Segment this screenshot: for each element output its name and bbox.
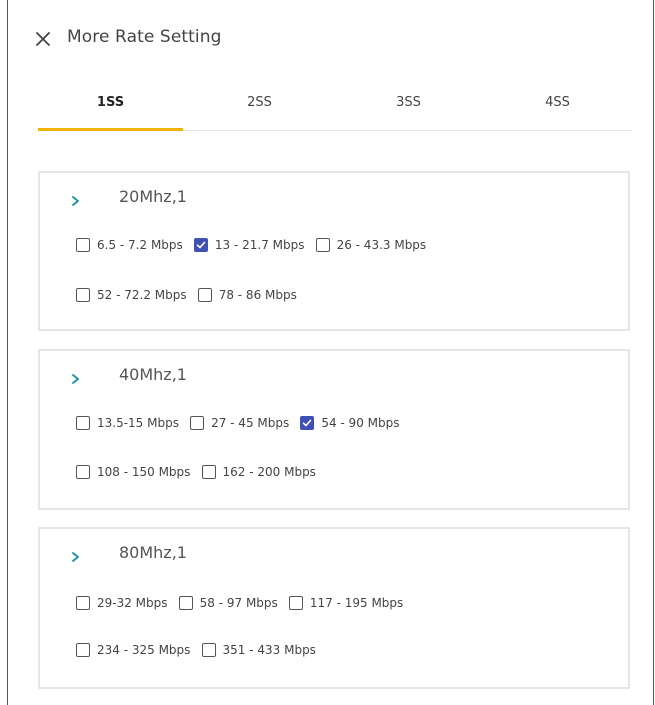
rate-label: 26 - 43.3 Mbps: [336, 238, 427, 252]
rate-option[interactable]: 351 - 433 Mbps: [201, 643, 316, 657]
rate-label: 351 - 433 Mbps: [222, 643, 316, 657]
close-icon[interactable]: [35, 31, 51, 47]
rate-label: 234 - 325 Mbps: [97, 643, 191, 657]
checkbox[interactable]: [193, 238, 208, 252]
checkbox[interactable]: [300, 416, 315, 430]
rate-group-20mhz: 20Mhz,1 6.5 - 7.2 Mbps 13 - 21.7 Mbps 26…: [38, 171, 630, 331]
rate-label: 27 - 45 Mbps: [211, 416, 290, 430]
rate-label: 6.5 - 7.2 Mbps: [97, 238, 183, 252]
chevron-right-icon[interactable]: [70, 550, 82, 564]
rate-option[interactable]: 54 - 90 Mbps: [300, 416, 399, 430]
chevron-right-icon[interactable]: [70, 372, 82, 386]
tab-2ss[interactable]: 2SS: [187, 90, 332, 130]
rate-label: 117 - 195 Mbps: [309, 596, 404, 610]
rate-option[interactable]: 6.5 - 7.2 Mbps: [76, 238, 183, 252]
rate-option[interactable]: 108 - 150 Mbps: [76, 465, 190, 479]
checkbox[interactable]: [76, 465, 90, 479]
tab-label: 4SS: [545, 95, 570, 110]
chevron-right-icon[interactable]: [70, 194, 82, 208]
dialog-title: More Rate Setting: [67, 27, 222, 47]
tab-label: 2SS: [247, 95, 272, 110]
checkbox[interactable]: [201, 643, 216, 657]
group-title: 80Mhz,1: [119, 543, 187, 562]
checkbox[interactable]: [76, 596, 90, 610]
checkbox[interactable]: [76, 238, 90, 252]
option-row: 6.5 - 7.2 Mbps 13 - 21.7 Mbps 26 - 43.3 …: [76, 237, 432, 257]
rate-label: 58 - 97 Mbps: [199, 596, 278, 610]
rate-option[interactable]: 26 - 43.3 Mbps: [315, 238, 427, 252]
checkbox[interactable]: [76, 416, 90, 430]
checkbox[interactable]: [76, 643, 90, 657]
option-row: 52 - 72.2 Mbps 78 - 86 Mbps: [76, 287, 303, 307]
rate-option[interactable]: 78 - 86 Mbps: [197, 288, 297, 302]
option-row: 29-32 Mbps 58 - 97 Mbps 117 - 195 Mbps: [76, 595, 409, 615]
checkbox[interactable]: [288, 596, 303, 610]
checkbox[interactable]: [315, 238, 330, 252]
checkbox[interactable]: [178, 596, 193, 610]
rate-option[interactable]: 13 - 21.7 Mbps: [193, 238, 305, 252]
rate-label: 54 - 90 Mbps: [321, 416, 400, 430]
rate-label: 13 - 21.7 Mbps: [214, 238, 305, 252]
rate-label: 78 - 86 Mbps: [218, 288, 297, 302]
rate-option[interactable]: 234 - 325 Mbps: [76, 643, 190, 657]
rate-option[interactable]: 52 - 72.2 Mbps: [76, 288, 187, 302]
rate-group-80mhz: 80Mhz,1 29-32 Mbps 58 - 97 Mbps 117 - 19…: [38, 527, 630, 689]
tab-4ss[interactable]: 4SS: [485, 90, 630, 130]
tab-label: 3SS: [396, 95, 421, 110]
checkbox[interactable]: [76, 288, 90, 302]
rate-label: 162 - 200 Mbps: [222, 465, 316, 479]
active-tab-indicator: [38, 128, 183, 131]
checkmark-icon: [303, 419, 312, 427]
rate-option[interactable]: 29-32 Mbps: [76, 596, 168, 610]
rate-label: 52 - 72.2 Mbps: [97, 288, 187, 302]
rate-label: 13.5-15 Mbps: [97, 416, 179, 430]
rate-group-40mhz: 40Mhz,1 13.5-15 Mbps 27 - 45 Mbps 54 - 9…: [38, 349, 630, 510]
rate-option[interactable]: 27 - 45 Mbps: [190, 416, 289, 430]
rate-option[interactable]: 58 - 97 Mbps: [178, 596, 278, 610]
option-row: 108 - 150 Mbps 162 - 200 Mbps: [76, 464, 322, 484]
tab-bar: 1SS 2SS 3SS 4SS: [38, 90, 632, 131]
checkbox[interactable]: [201, 465, 216, 479]
rate-option[interactable]: 13.5-15 Mbps: [76, 416, 179, 430]
tab-3ss[interactable]: 3SS: [336, 90, 481, 130]
rate-label: 29-32 Mbps: [97, 596, 168, 610]
checkmark-icon: [196, 241, 206, 249]
tab-label: 1SS: [96, 95, 125, 110]
option-row: 234 - 325 Mbps 351 - 433 Mbps: [76, 642, 322, 662]
rate-option[interactable]: 162 - 200 Mbps: [201, 465, 316, 479]
rate-label: 108 - 150 Mbps: [97, 465, 191, 479]
tab-1ss[interactable]: 1SS: [38, 90, 183, 131]
group-title: 20Mhz,1: [119, 187, 187, 206]
group-title: 40Mhz,1: [119, 365, 187, 384]
option-row: 13.5-15 Mbps 27 - 45 Mbps 54 - 90 Mbps: [76, 415, 405, 435]
rate-option[interactable]: 117 - 195 Mbps: [288, 596, 404, 610]
checkbox[interactable]: [190, 416, 205, 430]
checkbox[interactable]: [197, 288, 212, 302]
